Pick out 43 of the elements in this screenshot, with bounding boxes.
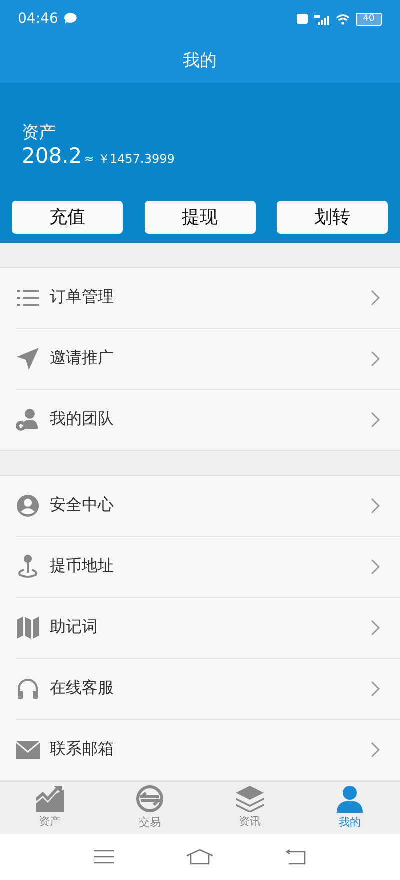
action-button[interactable]: 提现 (144, 200, 256, 234)
envelope-icon (16, 740, 40, 759)
exchange-icon (136, 785, 164, 814)
chevron-right-icon (371, 620, 380, 636)
wifi-icon (336, 14, 350, 25)
menu-label: 订单管理 (50, 287, 114, 308)
headphones-icon (17, 678, 39, 700)
menu-icon[interactable] (94, 850, 114, 864)
menu-label: 助记词 (50, 617, 98, 638)
map-icon (17, 616, 39, 639)
add-user-icon (16, 408, 40, 431)
chevron-right-icon (371, 680, 380, 697)
list-icon (17, 288, 39, 307)
chevron-right-icon (371, 290, 380, 306)
menu-label: 在线客服 (50, 678, 114, 700)
chevron-right-icon (371, 412, 380, 428)
menu-label: 联系邮箱 (50, 739, 114, 760)
menu-label: 邀请推广 (50, 348, 114, 370)
clock-time: 04:46 (18, 11, 58, 28)
user-circle-icon (17, 494, 39, 517)
assets-cny-value: ≈ ￥1457.3999 (84, 150, 175, 168)
back-icon[interactable] (286, 848, 306, 865)
chevron-right-icon (371, 498, 380, 514)
chart-icon (36, 786, 64, 812)
home-icon[interactable] (186, 848, 214, 865)
page-title: 我的 (0, 38, 400, 83)
menu-label: 提币地址 (50, 556, 114, 578)
menu-label: 我的团队 (50, 409, 114, 430)
assets-amount: 208.2 (22, 144, 82, 168)
location-pin-icon (17, 554, 39, 579)
chevron-right-icon (371, 350, 380, 367)
user-icon (336, 785, 364, 814)
chat-bubble-icon (64, 13, 78, 26)
signal-icon (314, 14, 330, 25)
action-button[interactable]: 划转 (277, 200, 388, 234)
chevron-right-icon (371, 558, 380, 575)
action-button[interactable]: 充值 (12, 200, 123, 234)
menu-label: 安全中心 (50, 495, 114, 516)
paper-plane-icon (17, 348, 39, 370)
battery-icon: 40 (356, 12, 382, 26)
layers-icon (236, 786, 264, 812)
chevron-right-icon (371, 742, 380, 758)
assets-label: 资产 (22, 122, 57, 144)
